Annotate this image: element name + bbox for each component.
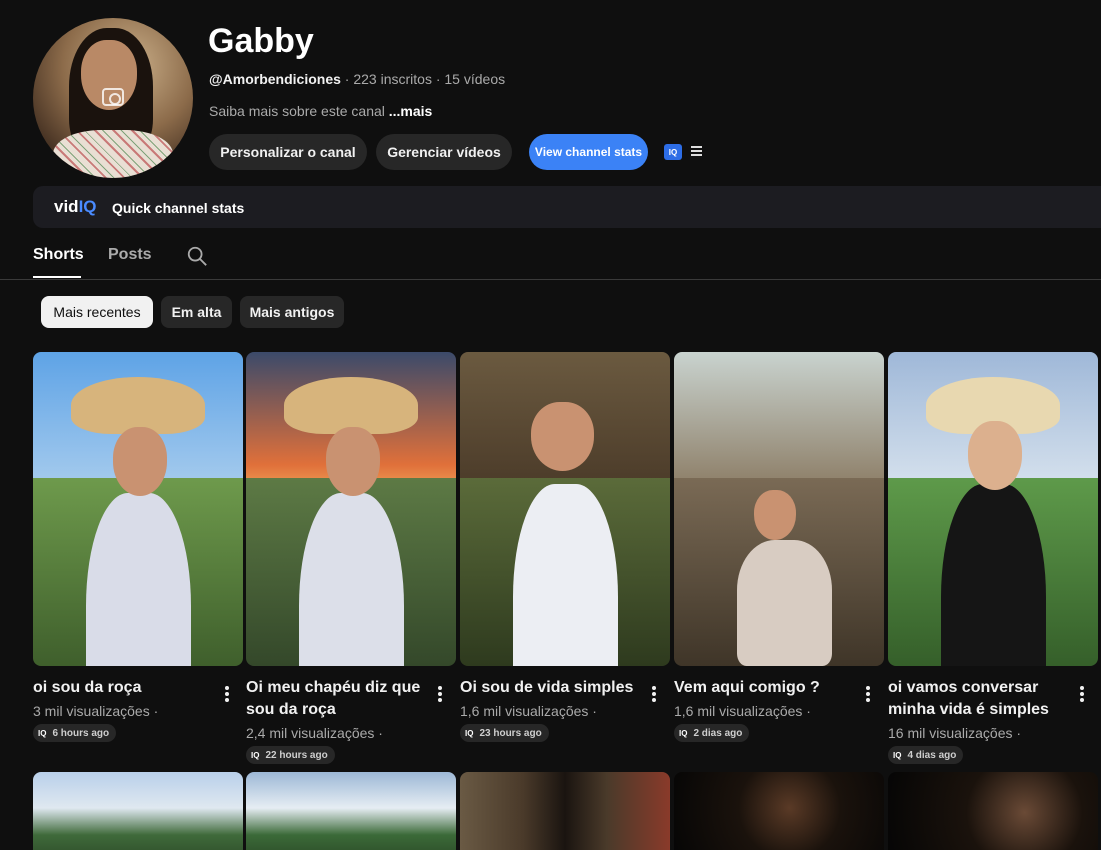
camera-icon[interactable] xyxy=(102,88,124,106)
short-thumbnail[interactable] xyxy=(674,772,884,850)
tab-shorts[interactable]: Shorts xyxy=(33,246,84,264)
short-thumbnail[interactable] xyxy=(888,352,1098,666)
channel-handle: @Amorbendiciones xyxy=(209,71,341,87)
chip-trending[interactable]: Em alta xyxy=(161,296,232,328)
more-options-icon[interactable] xyxy=(438,686,442,702)
more-options-icon[interactable] xyxy=(1080,686,1084,702)
manage-videos-button[interactable]: Gerenciar vídeos xyxy=(376,134,512,170)
active-tab-indicator xyxy=(33,276,81,278)
channel-avatar[interactable] xyxy=(33,18,193,178)
tab-divider xyxy=(0,279,1101,280)
vidiq-icon[interactable]: IQ xyxy=(664,144,682,160)
short-age-badge: IQ 22 hours ago xyxy=(246,746,335,764)
short-views: 2,4 mil visualizações · xyxy=(246,725,383,741)
avatar-dress xyxy=(53,130,173,178)
short-title[interactable]: Vem aqui comigo ? xyxy=(674,677,859,699)
chip-oldest[interactable]: Mais antigos xyxy=(240,296,344,328)
tab-posts[interactable]: Posts xyxy=(108,246,152,264)
about-more-link[interactable]: ...mais xyxy=(389,103,433,119)
short-card[interactable]: oi vamos conversar minha vida é simples … xyxy=(888,352,1098,764)
chip-most-recent[interactable]: Mais recentes xyxy=(41,296,153,328)
short-card[interactable]: Oi meu chapéu diz que sou da roça 2,4 mi… xyxy=(246,352,456,764)
short-card[interactable]: Vem aqui comigo ? 1,6 mil visualizações … xyxy=(674,352,884,742)
short-title[interactable]: oi sou da roça xyxy=(33,677,218,699)
short-age-badge: IQ 4 dias ago xyxy=(888,746,964,764)
vidiq-quick-stats-bar[interactable]: vidIQ Quick channel stats xyxy=(33,186,1101,228)
more-options-icon[interactable] xyxy=(225,686,229,702)
short-card[interactable]: oi sou da roça 3 mil visualizações · IQ 6… xyxy=(33,352,243,742)
short-card[interactable]: Oi sou de vida simples 1,6 mil visualiza… xyxy=(460,352,670,742)
short-age-badge: IQ 23 hours ago xyxy=(460,724,549,742)
short-thumbnail[interactable] xyxy=(246,352,456,666)
video-count: · 15 vídeos xyxy=(435,71,506,87)
channel-about[interactable]: Saiba mais sobre este canal ...mais xyxy=(209,103,432,119)
short-thumbnail[interactable] xyxy=(460,352,670,666)
more-options-icon[interactable] xyxy=(866,686,870,702)
personalize-channel-button[interactable]: Personalizar o canal xyxy=(209,134,367,170)
short-thumbnail[interactable] xyxy=(888,772,1098,850)
short-thumbnail[interactable] xyxy=(674,352,884,666)
short-views: 3 mil visualizações · xyxy=(33,703,159,719)
short-title[interactable]: Oi sou de vida simples xyxy=(460,677,645,699)
short-thumbnail[interactable] xyxy=(246,772,456,850)
short-thumbnail[interactable] xyxy=(33,352,243,666)
search-icon[interactable] xyxy=(186,245,208,267)
short-views: 16 mil visualizações · xyxy=(888,725,1022,741)
view-channel-stats-button[interactable]: View channel stats xyxy=(529,134,648,170)
quick-stats-label: Quick channel stats xyxy=(112,200,245,216)
short-thumbnail[interactable] xyxy=(460,772,670,850)
subscriber-count: · 223 inscritos xyxy=(344,71,432,87)
short-views: 1,6 mil visualizações · xyxy=(460,703,597,719)
vidiq-logo: vidIQ xyxy=(54,197,97,216)
short-views: 1,6 mil visualizações · xyxy=(674,703,811,719)
channel-name: Gabby xyxy=(208,22,314,60)
short-age-badge: IQ 6 hours ago xyxy=(33,724,117,742)
short-thumbnail[interactable] xyxy=(33,772,243,850)
channel-meta: @Amorbendiciones · 223 inscritos · 15 ví… xyxy=(209,71,505,87)
short-title[interactable]: Oi meu chapéu diz que sou da roça xyxy=(246,677,431,721)
short-age-badge: IQ 2 dias ago xyxy=(674,724,750,742)
menu-icon[interactable] xyxy=(691,146,703,157)
more-options-icon[interactable] xyxy=(652,686,656,702)
short-title[interactable]: oi vamos conversar minha vida é simples xyxy=(888,677,1073,721)
